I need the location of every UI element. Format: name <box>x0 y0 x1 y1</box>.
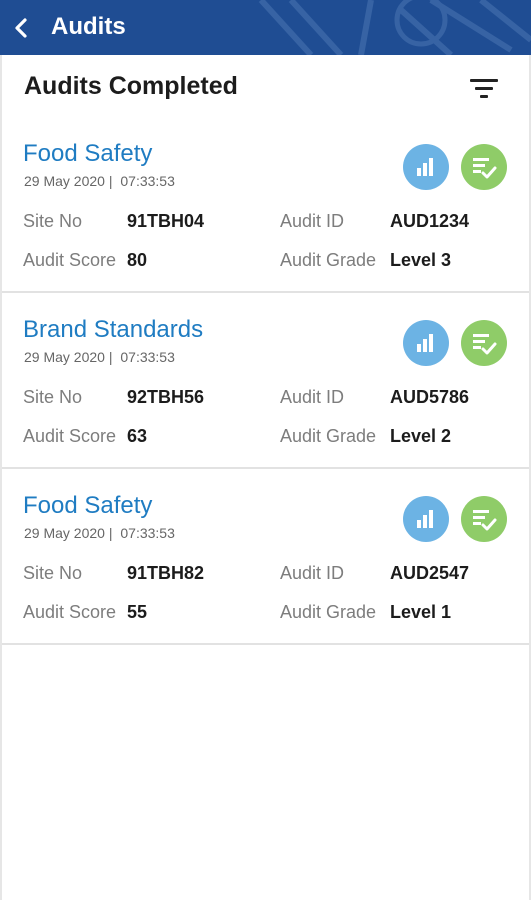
audit-score-value: 63 <box>127 426 148 446</box>
site-no-value: 91TBH82 <box>127 563 205 583</box>
audit-score-label: Audit Score <box>23 426 117 446</box>
back-button[interactable] <box>6 10 40 46</box>
checklist-button[interactable] <box>461 496 507 542</box>
audit-id-label: Audit ID <box>280 211 345 231</box>
site-no-label: Site No <box>23 563 83 583</box>
audit-grade-value: Level 3 <box>390 250 452 270</box>
checklist-button[interactable] <box>461 320 507 366</box>
audit-grade-label: Audit Grade <box>280 602 377 622</box>
audit-grade-label: Audit Grade <box>280 250 377 270</box>
checklist-icon <box>473 334 497 355</box>
audit-datetime: 29 May 2020 | 07:33:53 <box>24 173 175 189</box>
audit-date: 29 May 2020 | <box>24 525 113 541</box>
site-no-value: 92TBH56 <box>127 387 205 407</box>
audit-time: 07:33:53 <box>120 349 175 365</box>
audit-grade-label: Audit Grade <box>280 426 377 446</box>
audit-datetime: 29 May 2020 | 07:33:53 <box>24 525 175 541</box>
audit-card[interactable]: Food Safety 29 May 2020 | 07:33:53 Site … <box>2 492 529 645</box>
audit-name: Food Safety <box>23 492 153 519</box>
stats-button[interactable] <box>403 144 449 190</box>
audit-time: 07:33:53 <box>120 173 175 189</box>
page-title: Audits Completed <box>24 72 238 100</box>
audit-score-value: 55 <box>127 602 148 622</box>
app-bar-title: Audits <box>51 13 126 40</box>
header-pattern <box>258 0 531 55</box>
bar-chart-icon <box>417 334 433 352</box>
audit-id-value: AUD1234 <box>390 211 470 231</box>
audit-id-label: Audit ID <box>280 563 345 583</box>
audit-date: 29 May 2020 | <box>24 349 113 365</box>
audit-id-label: Audit ID <box>280 387 345 407</box>
bar-chart-icon <box>417 158 433 176</box>
chevron-left-icon <box>15 18 27 38</box>
audit-id-value: AUD2547 <box>390 563 470 583</box>
audit-score-label: Audit Score <box>23 602 117 622</box>
checklist-icon <box>473 158 497 179</box>
audit-score-label: Audit Score <box>23 250 117 270</box>
site-no-value: 91TBH04 <box>127 211 205 231</box>
audit-date: 29 May 2020 | <box>24 173 113 189</box>
checklist-button[interactable] <box>461 144 507 190</box>
audit-card[interactable]: Brand Standards 29 May 2020 | 07:33:53 S… <box>2 316 529 469</box>
checklist-icon <box>473 510 497 531</box>
stats-button[interactable] <box>403 496 449 542</box>
site-no-label: Site No <box>23 211 83 231</box>
audit-grade-value: Level 1 <box>390 602 452 622</box>
audit-grade-value: Level 2 <box>390 426 452 446</box>
app-bar: Audits <box>0 0 531 55</box>
audit-score-value: 80 <box>127 250 148 270</box>
bar-chart-icon <box>417 510 433 528</box>
audit-card[interactable]: Food Safety 29 May 2020 | 07:33:53 Site … <box>2 140 529 293</box>
audit-time: 07:33:53 <box>120 525 175 541</box>
filter-button[interactable] <box>468 77 502 103</box>
site-no-label: Site No <box>23 387 83 407</box>
stats-button[interactable] <box>403 320 449 366</box>
audit-id-value: AUD5786 <box>390 387 470 407</box>
audit-name: Food Safety <box>23 140 153 167</box>
audit-name: Brand Standards <box>23 316 204 343</box>
audit-datetime: 29 May 2020 | 07:33:53 <box>24 349 175 365</box>
